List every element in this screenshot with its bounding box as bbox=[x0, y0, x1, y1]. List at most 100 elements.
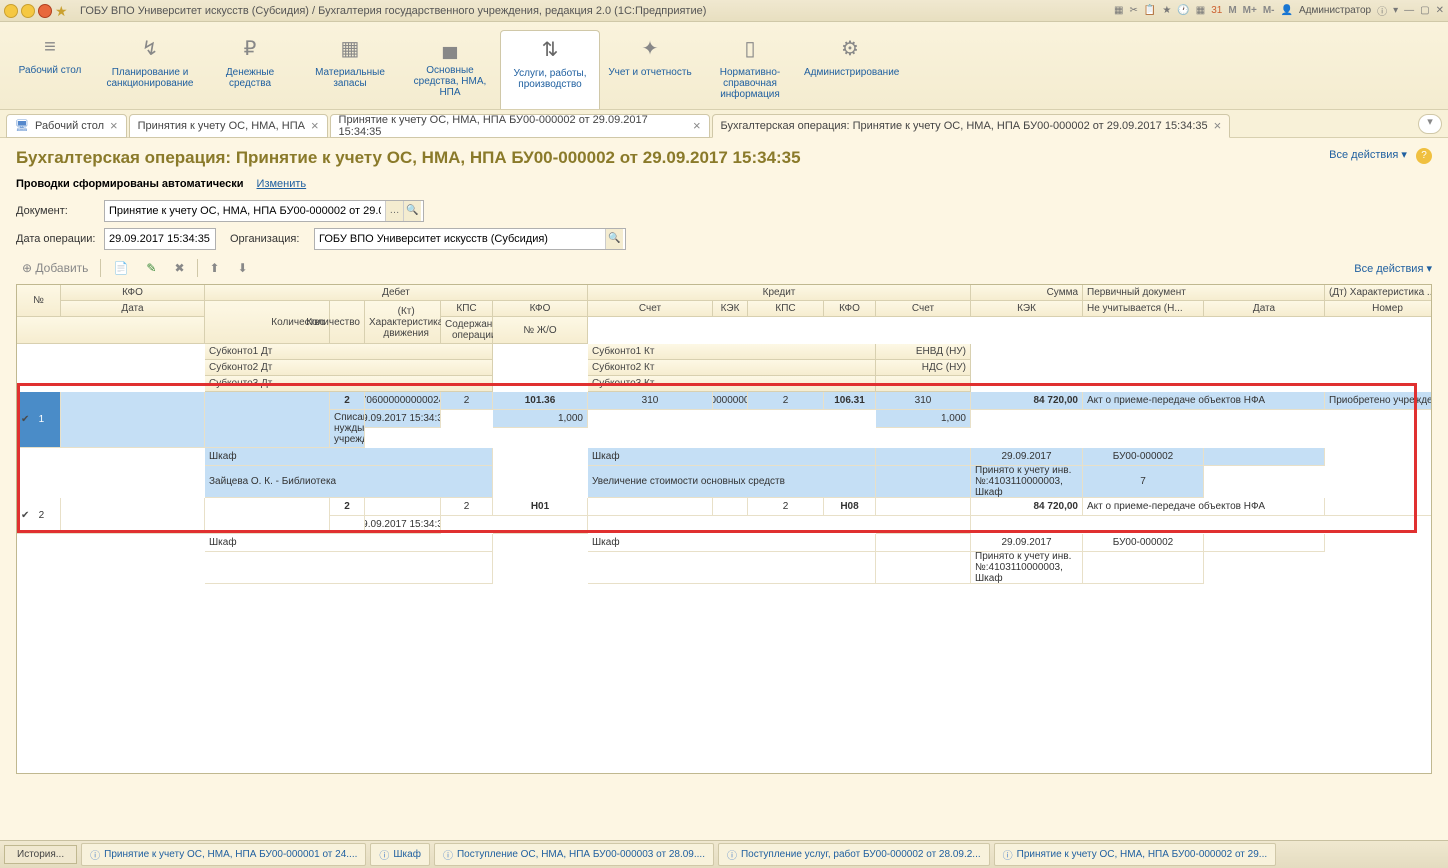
hdr-account-k[interactable]: Счет bbox=[876, 301, 971, 317]
hdr-njo[interactable]: № Ж/О bbox=[493, 317, 588, 344]
table-row[interactable]: ✔ 1 2 07060000000000244 2 101.36 310 070… bbox=[17, 392, 1431, 498]
tool-icon[interactable]: ★ bbox=[1162, 5, 1171, 16]
tool-icon[interactable]: 📋 bbox=[1144, 5, 1156, 16]
taskbar-item[interactable]: ⓘПринятие к учету ОС, НМА, НПА БУ00-0000… bbox=[81, 843, 366, 866]
nav-reference[interactable]: ▯Нормативно-справочная информация bbox=[700, 30, 800, 109]
info-icon[interactable]: ⓘ bbox=[1377, 3, 1387, 18]
gear-icon: ⚙ bbox=[804, 36, 896, 61]
up-button[interactable]: ⬆ bbox=[204, 259, 226, 277]
nav-desktop[interactable]: ≡Рабочий стол bbox=[0, 30, 100, 109]
select-icon[interactable]: … bbox=[385, 201, 403, 221]
hdr-kt-char[interactable]: (Кт) Характеристика движения bbox=[365, 301, 441, 344]
nav-materials[interactable]: ▦Материальные запасы bbox=[300, 30, 400, 109]
hdr-soderj[interactable]: Содержание операции bbox=[441, 317, 493, 344]
hdr-neuch[interactable]: Не учитывается (Н... bbox=[1083, 301, 1204, 317]
entries-table[interactable]: № КФО Дебет Кредит Сумма Первичный докум… bbox=[16, 284, 1432, 774]
org-field[interactable] bbox=[315, 231, 605, 247]
hdr-number[interactable]: Номер bbox=[1325, 301, 1432, 317]
tab-list[interactable]: Принятия к учету ОС, НМА, НПА× bbox=[129, 114, 328, 138]
change-link[interactable]: Изменить bbox=[257, 178, 307, 190]
hdr-envd[interactable]: ЕНВД (НУ) bbox=[876, 344, 971, 360]
hdr-date[interactable]: Дата bbox=[61, 301, 205, 317]
date-field[interactable] bbox=[105, 231, 215, 247]
history-button[interactable]: История... bbox=[4, 845, 77, 864]
hdr-kfo[interactable]: КФО bbox=[61, 285, 205, 301]
hdr-credit[interactable]: Кредит bbox=[588, 285, 971, 301]
hdr-nds[interactable]: НДС (НУ) bbox=[876, 360, 971, 376]
tool-icon[interactable]: 🕐 bbox=[1177, 5, 1189, 16]
hdr-debit[interactable]: Дебет bbox=[205, 285, 588, 301]
edit-button[interactable]: ✎ bbox=[140, 259, 162, 277]
hdr-sub1d[interactable]: Субконто1 Дт bbox=[205, 344, 493, 360]
hdr-kps[interactable]: КПС bbox=[441, 301, 493, 317]
hdr-sum[interactable]: Сумма bbox=[971, 285, 1083, 301]
calendar-icon[interactable]: 31 bbox=[1211, 5, 1222, 16]
close-icon[interactable]: × bbox=[693, 118, 701, 133]
hdr-dt-char[interactable]: (Дт) Характеристика ... bbox=[1325, 285, 1432, 301]
hdr-num[interactable]: № bbox=[17, 285, 61, 317]
search-icon[interactable]: 🔍 bbox=[605, 229, 623, 249]
m-plus-btn[interactable]: M+ bbox=[1243, 5, 1257, 16]
tab-operation[interactable]: Бухгалтерская операция: Принятие к учету… bbox=[712, 114, 1231, 138]
hdr-sub1k[interactable]: Субконто1 Кт bbox=[588, 344, 876, 360]
hdr-prim-doc[interactable]: Первичный документ bbox=[1083, 285, 1325, 301]
tool-icon[interactable]: ✂ bbox=[1129, 5, 1137, 16]
user-icon: 👤 bbox=[1281, 5, 1293, 16]
org-label: Организация: bbox=[230, 233, 308, 245]
hdr-sub2k[interactable]: Субконто2 Кт bbox=[588, 360, 876, 376]
taskbar-item[interactable]: ⓘПоступление услуг, работ БУ00-000002 от… bbox=[718, 843, 990, 866]
window-btn-1[interactable] bbox=[4, 4, 18, 18]
help-icon[interactable]: ? bbox=[1416, 148, 1432, 164]
menu-icon: ≡ bbox=[4, 36, 96, 59]
hdr-date2[interactable]: Дата bbox=[1204, 301, 1325, 317]
dropdown-icon[interactable]: ▾ bbox=[1393, 5, 1398, 16]
nav-reports[interactable]: ✦Учет и отчетность bbox=[600, 30, 700, 109]
hdr-kek-k[interactable]: КЭК bbox=[971, 301, 1083, 317]
hdr-kfo2[interactable]: КФО bbox=[493, 301, 588, 317]
down-button[interactable]: ⬇ bbox=[232, 259, 254, 277]
table-row[interactable]: ✔ 2 2 2 Н01 2 Н08 84 720,00 Акт о приеме… bbox=[17, 498, 1431, 584]
m-minus-btn[interactable]: M- bbox=[1263, 5, 1275, 16]
add-button[interactable]: Добавить bbox=[16, 259, 94, 277]
maximize-icon[interactable]: ▢ bbox=[1420, 5, 1429, 16]
hdr-sub2d[interactable]: Субконто2 Дт bbox=[205, 360, 493, 376]
hdr-kps-k[interactable]: КПС bbox=[748, 301, 824, 317]
search-icon[interactable]: 🔍 bbox=[403, 201, 421, 221]
admin-label[interactable]: Администратор bbox=[1299, 5, 1371, 16]
close-icon[interactable]: × bbox=[110, 118, 118, 133]
favorite-icon[interactable]: ★ bbox=[55, 3, 71, 19]
hdr-account[interactable]: Счет bbox=[588, 301, 713, 317]
window-btn-2[interactable] bbox=[21, 4, 35, 18]
close-icon[interactable]: × bbox=[311, 118, 319, 133]
all-actions-link[interactable]: Все действия ▾ ? bbox=[1329, 148, 1432, 164]
nav-services[interactable]: ⇅Услуги, работы, производство bbox=[500, 30, 600, 109]
hdr-sub3d[interactable]: Субконто3 Дт bbox=[205, 376, 493, 392]
nav-planning[interactable]: ↯Планирование и санкционирование bbox=[100, 30, 200, 109]
m-btn[interactable]: M bbox=[1228, 5, 1236, 16]
tab-desktop[interactable]: 🖥Рабочий стол× bbox=[6, 114, 127, 138]
table-all-actions[interactable]: Все действия ▾ bbox=[1354, 262, 1432, 275]
nav-money[interactable]: ₽Денежные средства bbox=[200, 30, 300, 109]
close-icon[interactable]: × bbox=[1214, 118, 1222, 133]
tab-doc[interactable]: Принятие к учету ОС, НМА, НПА БУ00-00000… bbox=[330, 114, 710, 138]
page-content: Все действия ▾ ? Бухгалтерская операция:… bbox=[0, 138, 1448, 784]
close-icon[interactable]: ✕ bbox=[1436, 5, 1444, 16]
taskbar-item[interactable]: ⓘПоступление ОС, НМА, НПА БУ00-000003 от… bbox=[434, 843, 714, 866]
delete-button[interactable]: ✖ bbox=[168, 259, 190, 277]
document-field[interactable] bbox=[105, 203, 385, 219]
taskbar-item[interactable]: ⓘШкаф bbox=[370, 843, 430, 866]
window-btn-3[interactable] bbox=[38, 4, 52, 18]
hdr-qty-k[interactable]: Количество bbox=[330, 301, 365, 344]
tool-icon[interactable]: ▦ bbox=[1114, 5, 1123, 16]
doc-icon: ⓘ bbox=[1003, 847, 1013, 862]
tabs-dropdown[interactable]: ▾ bbox=[1418, 114, 1442, 134]
nav-assets[interactable]: ▄Основные средства, НМА, НПА bbox=[400, 30, 500, 109]
taskbar-item[interactable]: ⓘПринятие к учету ОС, НМА, НПА БУ00-0000… bbox=[994, 843, 1276, 866]
minimize-icon[interactable]: — bbox=[1404, 5, 1414, 16]
hdr-kfo2-k[interactable]: КФО bbox=[824, 301, 876, 317]
hdr-sub3k[interactable]: Субконто3 Кт bbox=[588, 376, 876, 392]
copy-button[interactable]: 📄 bbox=[107, 259, 134, 277]
tool-icon[interactable]: ▦ bbox=[1196, 5, 1205, 16]
nav-admin[interactable]: ⚙Администрирование bbox=[800, 30, 900, 109]
hdr-kek[interactable]: КЭК bbox=[713, 301, 748, 317]
